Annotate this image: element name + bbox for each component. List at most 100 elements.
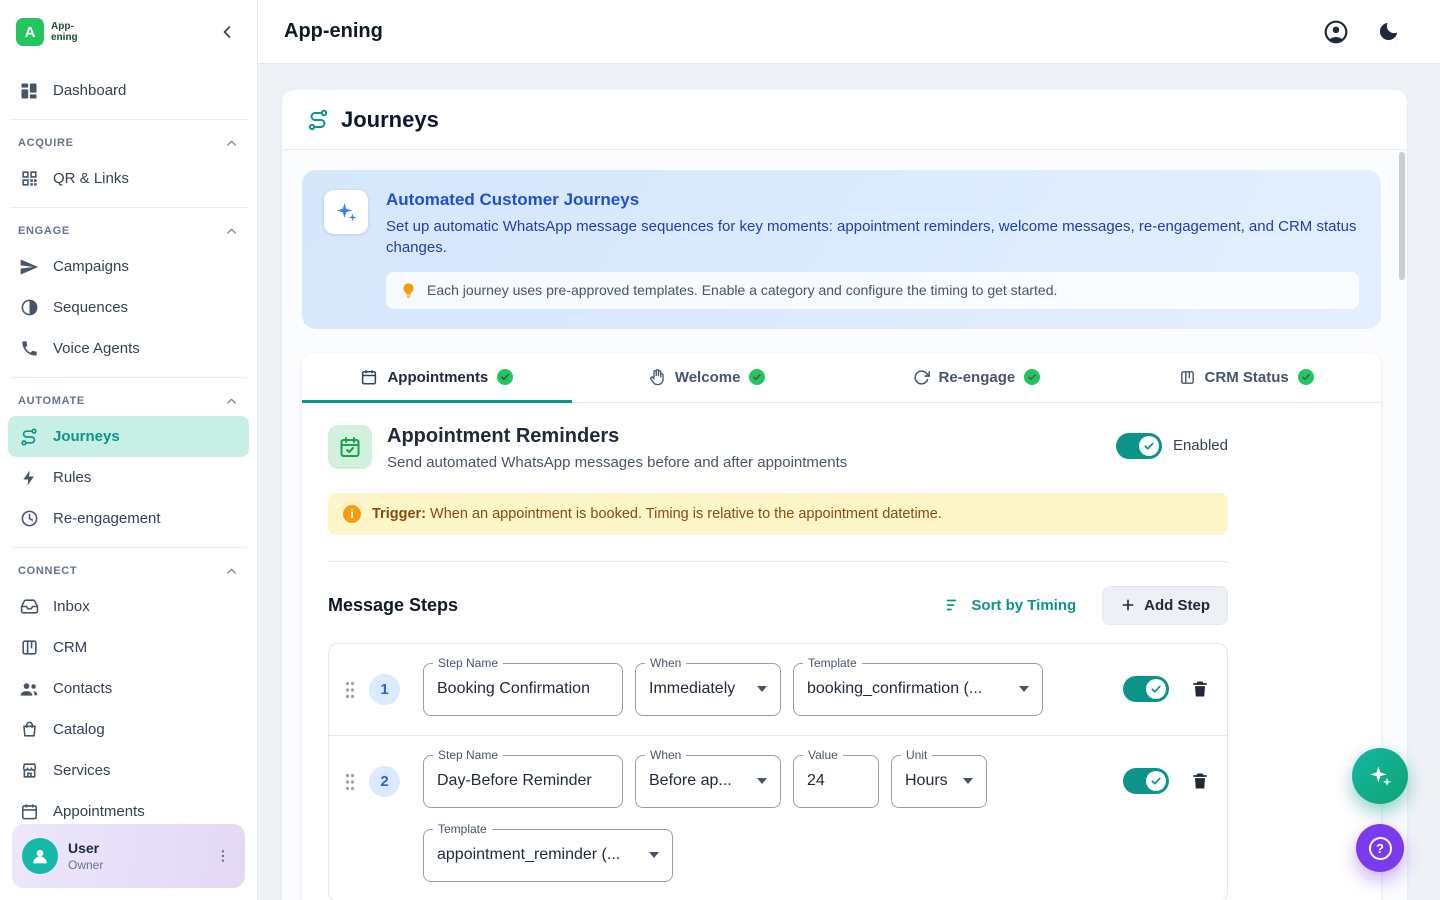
step-toggle[interactable] [1123, 676, 1169, 702]
sidebar-section-engage[interactable]: ENGAGE [8, 216, 249, 246]
field-label: When [645, 656, 686, 670]
content-panel: Journeys Automated Customer Journeys Set… [282, 90, 1407, 900]
step-name-input[interactable] [437, 772, 609, 790]
when-select[interactable]: When Immediately [635, 663, 781, 716]
sidebar-item-label: Voice Agents [53, 340, 140, 357]
sidebar: A App-ening Dashboard ACQUIRE QR & Links… [0, 0, 258, 900]
sidebar-item-qr-links[interactable]: QR & Links [8, 158, 249, 199]
step-toggle[interactable] [1123, 768, 1169, 794]
page-title: Journeys [341, 107, 439, 133]
sidebar-item-dashboard[interactable]: Dashboard [8, 70, 249, 111]
check-circle-icon [1298, 369, 1314, 385]
qr-code-icon [18, 169, 40, 188]
info-icon: i [343, 505, 361, 523]
step-name-input[interactable] [437, 680, 609, 698]
sidebar-item-inbox[interactable]: Inbox [8, 586, 249, 627]
trigger-text: Trigger: When an appointment is booked. … [372, 506, 942, 522]
user-role: Owner [68, 858, 103, 872]
help-fab[interactable]: ? [1356, 824, 1404, 872]
collapse-sidebar-button[interactable] [213, 18, 241, 46]
tab-welcome[interactable]: Welcome [572, 353, 842, 402]
value-input[interactable] [807, 772, 865, 790]
sidebar-item-contacts[interactable]: Contacts [8, 668, 249, 709]
message-steps-title: Message Steps [328, 595, 458, 616]
sidebar-item-crm[interactable]: CRM [8, 627, 249, 668]
sort-by-timing-button[interactable]: Sort by Timing [945, 596, 1076, 614]
sidebar-nav: Dashboard ACQUIRE QR & Links ENGAGE Camp… [0, 64, 257, 832]
ai-assistant-fab[interactable] [1352, 748, 1408, 804]
calendar-icon [18, 802, 40, 821]
tab-appointments[interactable]: Appointments [302, 353, 572, 402]
phone-icon [18, 339, 40, 358]
add-step-button[interactable]: Add Step [1102, 586, 1228, 625]
field-label: Value [803, 748, 843, 762]
sidebar-item-sequences[interactable]: Sequences [8, 287, 249, 328]
sort-button-label: Sort by Timing [971, 597, 1076, 614]
chevron-down-icon [1019, 686, 1029, 692]
field-label: Template [433, 822, 492, 836]
user-card[interactable]: User Owner [12, 824, 245, 888]
theme-toggle-button[interactable] [1377, 20, 1400, 43]
sidebar-item-rules[interactable]: Rules [8, 457, 249, 498]
sidebar-item-re-engagement[interactable]: Re-engagement [8, 498, 249, 539]
value-field[interactable]: Value [793, 755, 879, 808]
clock-icon [18, 509, 40, 528]
chevron-down-icon [757, 686, 767, 692]
sidebar-item-journeys[interactable]: Journeys [8, 416, 249, 457]
check-circle-icon [1024, 369, 1040, 385]
section-label: ACQUIRE [18, 137, 74, 149]
sidebar-header: A App-ening [0, 0, 257, 64]
sidebar-section-connect[interactable]: CONNECT [8, 556, 249, 586]
unit-select[interactable]: Unit Hours [891, 755, 987, 808]
account-button[interactable] [1323, 19, 1349, 45]
topbar-actions [1323, 19, 1400, 45]
reminders-header: Appointment Reminders Send automated Wha… [328, 425, 1228, 471]
delete-step-button[interactable] [1188, 769, 1212, 793]
account-circle-icon [1323, 19, 1349, 45]
sidebar-item-services[interactable]: Services [8, 750, 249, 791]
step-name-field[interactable]: Step Name [423, 755, 623, 808]
sidebar-item-campaigns[interactable]: Campaigns [8, 246, 249, 287]
sidebar-item-label: Services [53, 762, 111, 779]
tab-re-engage[interactable]: Re-engage [842, 353, 1112, 402]
sidebar-item-label: Sequences [53, 299, 128, 316]
step-name-field[interactable]: Step Name [423, 663, 623, 716]
banner-tip: Each journey uses pre-approved templates… [386, 272, 1359, 309]
step-fields: Step Name When Before ap... Value [423, 755, 987, 882]
journey-tabs: Appointments Welcome Re-engage CRM Statu… [302, 353, 1381, 403]
sidebar-item-label: Inbox [53, 598, 90, 615]
refresh-icon [913, 369, 930, 386]
sidebar-section-automate[interactable]: AUTOMATE [8, 386, 249, 416]
topbar: App-ening [258, 0, 1440, 64]
section-label: CONNECT [18, 565, 77, 577]
send-icon [18, 257, 40, 277]
step-number-badge: 1 [369, 674, 400, 705]
appointment-reminders-toggle[interactable] [1116, 433, 1162, 459]
tab-label: Re-engage [939, 369, 1016, 386]
tab-crm-status[interactable]: CRM Status [1111, 353, 1381, 402]
waving-hand-icon [648, 368, 666, 386]
chevron-down-icon [963, 778, 973, 784]
app-logo[interactable]: A App-ening [16, 18, 87, 46]
sidebar-item-catalog[interactable]: Catalog [8, 709, 249, 750]
toggle-status-label: Enabled [1173, 437, 1228, 454]
template-select[interactable]: Template booking_confirmation (... [793, 663, 1043, 716]
sort-icon [945, 596, 963, 614]
sidebar-item-voice-agents[interactable]: Voice Agents [8, 328, 249, 369]
field-label: Unit [901, 748, 932, 762]
dots-vertical-icon [215, 848, 231, 864]
template-select[interactable]: Template appointment_reminder (... [423, 829, 673, 882]
delete-step-button[interactable] [1188, 677, 1212, 701]
sidebar-section-acquire[interactable]: ACQUIRE [8, 128, 249, 158]
divider [10, 207, 247, 208]
user-menu-button[interactable] [211, 844, 235, 868]
journeys-banner: Automated Customer Journeys Set up autom… [302, 170, 1381, 329]
section-label: AUTOMATE [18, 395, 85, 407]
when-select[interactable]: When Before ap... [635, 755, 781, 808]
divider [10, 377, 247, 378]
drag-handle-icon[interactable] [344, 772, 356, 792]
trigger-label: Trigger: [372, 506, 426, 522]
drag-handle-icon[interactable] [344, 680, 356, 700]
step-fields-row: Template appointment_reminder (... [423, 829, 987, 882]
scrollbar-thumb[interactable] [1399, 152, 1405, 280]
